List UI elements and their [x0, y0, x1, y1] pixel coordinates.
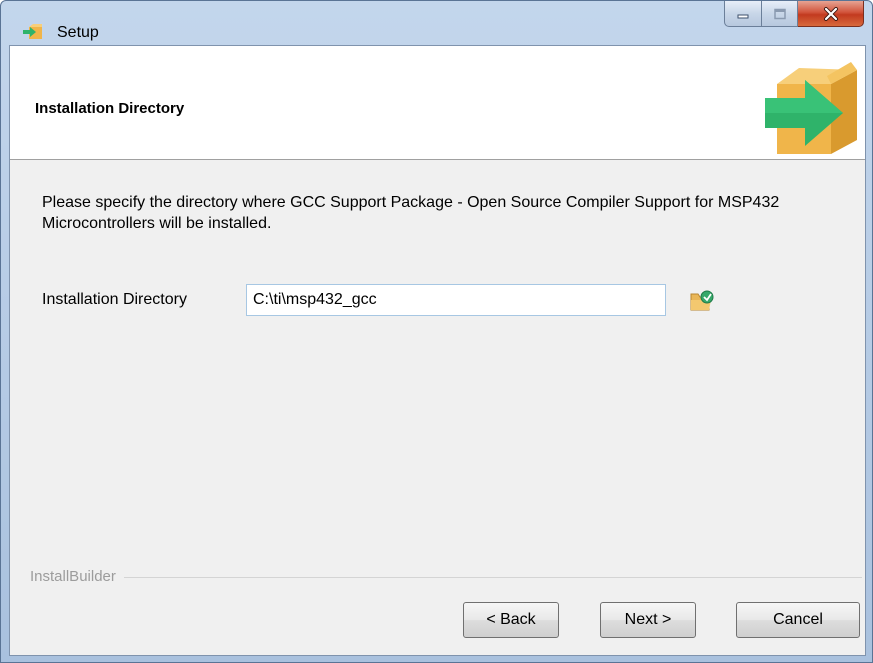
- branding-divider: [30, 577, 862, 578]
- dialog-content: Installation Directory Please specify th…: [9, 45, 866, 656]
- maximize-button[interactable]: [762, 1, 798, 27]
- page-title: Installation Directory: [35, 100, 185, 117]
- maximize-icon: [773, 8, 786, 19]
- cancel-button[interactable]: Cancel: [736, 602, 860, 638]
- folder-browse-icon: [690, 290, 714, 311]
- installer-box-arrow-icon: [765, 62, 857, 154]
- install-dir-label: Installation Directory: [42, 291, 187, 308]
- setup-app-icon: [23, 24, 42, 39]
- title-bar[interactable]: Setup: [1, 1, 872, 45]
- description-text: Please specify the directory where GCC S…: [42, 194, 780, 232]
- page-header: Installation Directory: [10, 46, 865, 160]
- minimize-button[interactable]: [724, 1, 762, 27]
- close-icon: [823, 6, 838, 21]
- install-dir-input[interactable]: [246, 284, 666, 316]
- setup-window: Setup Installation Directory Please spec…: [0, 0, 873, 663]
- next-button[interactable]: Next >: [600, 602, 696, 638]
- branding-label: InstallBuilder: [30, 568, 124, 585]
- back-button[interactable]: < Back: [463, 602, 559, 638]
- browse-folder-button[interactable]: [687, 288, 717, 314]
- window-controls: [724, 1, 864, 29]
- minimize-icon: [737, 14, 749, 18]
- window-title: Setup: [57, 24, 99, 41]
- close-button[interactable]: [798, 1, 864, 27]
